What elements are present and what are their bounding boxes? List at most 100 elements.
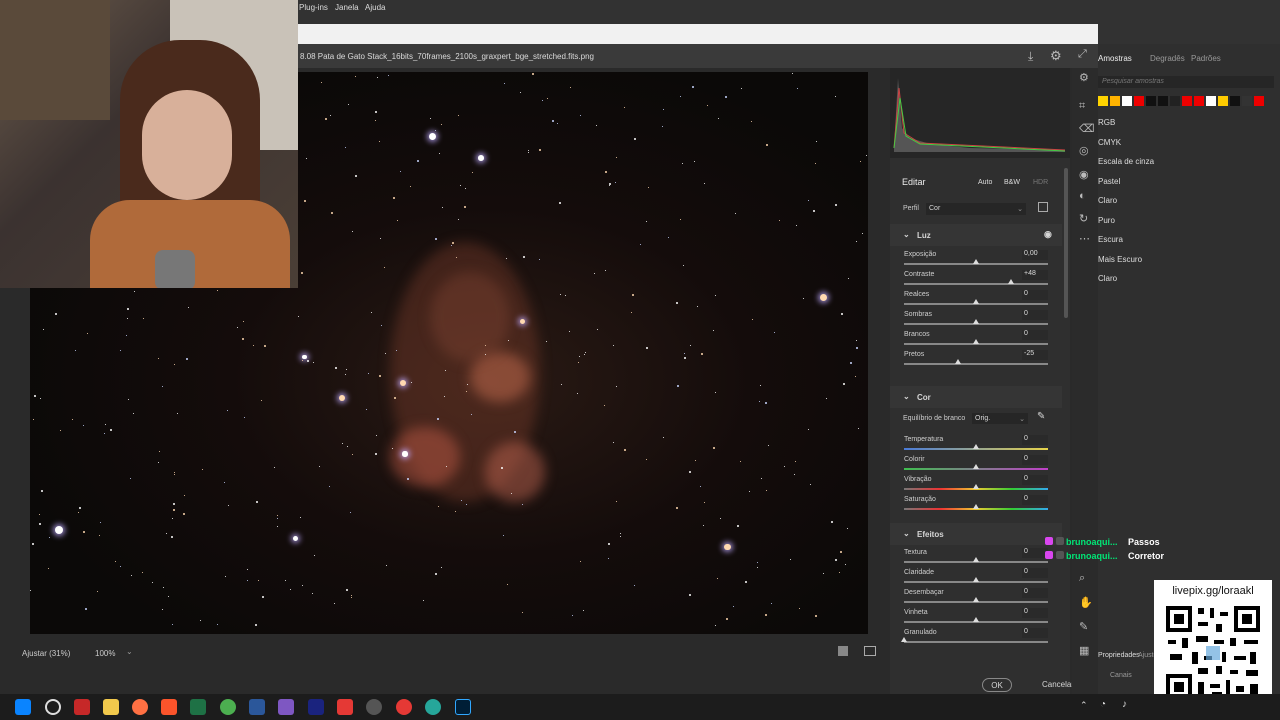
slider-value-input[interactable]: 0 bbox=[1022, 475, 1048, 485]
menu-plugins[interactable]: Plug-ins bbox=[299, 3, 328, 12]
swatch-group-folder[interactable]: Puro bbox=[1098, 216, 1115, 225]
firefox-icon[interactable] bbox=[132, 699, 148, 715]
word-icon[interactable] bbox=[249, 699, 265, 715]
taskbar-app-icon[interactable] bbox=[74, 699, 90, 715]
profile-select[interactable]: Cor ⌄ bbox=[926, 203, 1026, 215]
slider-brancos[interactable]: Brancos 0 bbox=[904, 330, 1050, 351]
folder-icon[interactable] bbox=[103, 699, 119, 715]
slider-colorir[interactable]: Colorir 0 bbox=[904, 455, 1050, 476]
zoom-dropdown-icon[interactable]: ⌄ bbox=[126, 647, 133, 656]
slider-thumb[interactable] bbox=[973, 444, 979, 449]
slider-value-input[interactable]: 0 bbox=[1022, 330, 1048, 340]
swatch-color[interactable] bbox=[1206, 96, 1216, 106]
slider-value-input[interactable]: 0 bbox=[1022, 435, 1048, 445]
photoshop-icon[interactable] bbox=[455, 699, 471, 715]
search-icon[interactable] bbox=[45, 699, 61, 715]
swatch-group-folder[interactable]: Escala de cinza bbox=[1098, 157, 1154, 166]
slider-temperatura[interactable]: Temperatura 0 bbox=[904, 435, 1050, 456]
slider-pretos[interactable]: Pretos -25 bbox=[904, 350, 1050, 371]
taskbar-app-icon[interactable] bbox=[337, 699, 353, 715]
slider-thumb[interactable] bbox=[901, 637, 907, 642]
zoom-fit-label[interactable]: Ajustar (31%) bbox=[22, 649, 70, 658]
save-icon[interactable]: ⤓ bbox=[1028, 49, 1033, 64]
swatch-group-folder[interactable]: Claro bbox=[1098, 274, 1117, 283]
slider-thumb[interactable] bbox=[973, 484, 979, 489]
slider-value-input[interactable]: 0,00 bbox=[1022, 250, 1048, 260]
slider-thumb[interactable] bbox=[973, 319, 979, 324]
swatch-color[interactable] bbox=[1122, 96, 1132, 106]
zoom-icon[interactable]: ⌕ bbox=[1079, 572, 1085, 585]
slider-track[interactable] bbox=[904, 641, 1048, 643]
slider-thumb[interactable] bbox=[973, 339, 979, 344]
single-view-icon[interactable] bbox=[838, 646, 848, 656]
slider-thumb[interactable] bbox=[973, 299, 979, 304]
ok-button[interactable]: OK bbox=[982, 678, 1012, 692]
swatch-color[interactable] bbox=[1230, 96, 1240, 106]
swatch-color[interactable] bbox=[1146, 96, 1156, 106]
swatch-group-folder[interactable]: CMYK bbox=[1098, 138, 1121, 147]
menu-window[interactable]: Janela bbox=[335, 3, 359, 12]
slider-desembacar[interactable]: Desembaçar 0 bbox=[904, 588, 1050, 609]
slider-value-input[interactable]: +48 bbox=[1022, 270, 1048, 280]
lightroom-icon[interactable] bbox=[308, 699, 324, 715]
taskbar-app-icon[interactable] bbox=[396, 699, 412, 715]
effects-section-header[interactable]: ⌄ Efeitos bbox=[890, 523, 1062, 545]
slider-thumb[interactable] bbox=[973, 259, 979, 264]
swatch-color[interactable] bbox=[1254, 96, 1264, 106]
swatch-group-folder[interactable]: Pastel bbox=[1098, 177, 1120, 186]
slider-value-input[interactable]: 0 bbox=[1022, 290, 1048, 300]
slider-thumb[interactable] bbox=[973, 577, 979, 582]
windows-start-icon[interactable] bbox=[15, 699, 31, 715]
snapshot-icon[interactable]: ↻ bbox=[1079, 212, 1088, 225]
menu-help[interactable]: Ajuda bbox=[365, 3, 385, 12]
tab-channels[interactable]: Canais bbox=[1110, 672, 1132, 679]
swatch-color[interactable] bbox=[1182, 96, 1192, 106]
white-balance-select[interactable]: Orig. ⌄ bbox=[972, 413, 1028, 424]
swatch-group-folder[interactable]: Claro bbox=[1098, 196, 1117, 205]
swatch-color[interactable] bbox=[1218, 96, 1228, 106]
hdr-button[interactable]: HDR bbox=[1033, 179, 1048, 186]
redeye-icon[interactable]: ◉ bbox=[1079, 168, 1089, 181]
fullscreen-icon[interactable]: ⤢ bbox=[1078, 48, 1087, 61]
slider-thumb[interactable] bbox=[973, 504, 979, 509]
presets-icon[interactable]: ◐ bbox=[1079, 190, 1086, 202]
taskbar-app-icon[interactable] bbox=[366, 699, 382, 715]
mask-icon[interactable]: ◎ bbox=[1079, 144, 1089, 157]
slider-contraste[interactable]: Contraste +48 bbox=[904, 270, 1050, 291]
swatch-color[interactable] bbox=[1134, 96, 1144, 106]
swatch-color[interactable] bbox=[1194, 96, 1204, 106]
chevron-up-icon[interactable]: ⌃ bbox=[1080, 700, 1088, 711]
grid-icon[interactable]: ▦ bbox=[1079, 644, 1089, 657]
tab-properties[interactable]: Propriedades bbox=[1098, 652, 1140, 659]
profile-browser-icon[interactable] bbox=[1038, 202, 1048, 212]
light-section-header[interactable]: ⌄ Luz ◉ bbox=[890, 224, 1062, 246]
before-after-icon[interactable] bbox=[864, 646, 876, 656]
panel-scrollbar[interactable] bbox=[1064, 168, 1068, 318]
swatch-color[interactable] bbox=[1170, 96, 1180, 106]
excel-icon[interactable] bbox=[190, 699, 206, 715]
bw-button[interactable]: B&W bbox=[1004, 179, 1020, 186]
auto-button[interactable]: Auto bbox=[978, 179, 992, 186]
slider-sombras[interactable]: Sombras 0 bbox=[904, 310, 1050, 331]
slider-textura[interactable]: Textura 0 bbox=[904, 548, 1050, 569]
swatch-group-folder[interactable]: Escura bbox=[1098, 235, 1123, 244]
eye-icon[interactable]: ◉ bbox=[1044, 229, 1052, 240]
slider-thumb[interactable] bbox=[1007, 279, 1014, 284]
sampler-icon[interactable]: ✎ bbox=[1079, 620, 1088, 633]
swatch-color[interactable] bbox=[1158, 96, 1168, 106]
network-icon[interactable]: ◔ bbox=[1100, 699, 1106, 710]
brave-icon[interactable] bbox=[161, 699, 177, 715]
swatch-color[interactable] bbox=[1098, 96, 1108, 106]
slider-claridade[interactable]: Claridade 0 bbox=[904, 568, 1050, 589]
chrome-icon[interactable] bbox=[220, 699, 236, 715]
slider-value-input[interactable]: 0 bbox=[1022, 455, 1048, 465]
zoom-level[interactable]: 100% bbox=[95, 649, 115, 658]
slider-value-input[interactable]: 0 bbox=[1022, 310, 1048, 320]
color-section-header[interactable]: ⌄ Cor bbox=[890, 386, 1062, 408]
swatch-group-folder[interactable]: Mais Escuro bbox=[1098, 255, 1142, 264]
slider-value-input[interactable]: 0 bbox=[1022, 628, 1048, 638]
hand-icon[interactable]: ✋ bbox=[1079, 596, 1093, 609]
swatch-group-folder[interactable]: RGB bbox=[1098, 118, 1115, 127]
slider-track[interactable] bbox=[904, 363, 1048, 365]
edit-tool-icon[interactable]: ⚙ bbox=[1079, 71, 1089, 84]
